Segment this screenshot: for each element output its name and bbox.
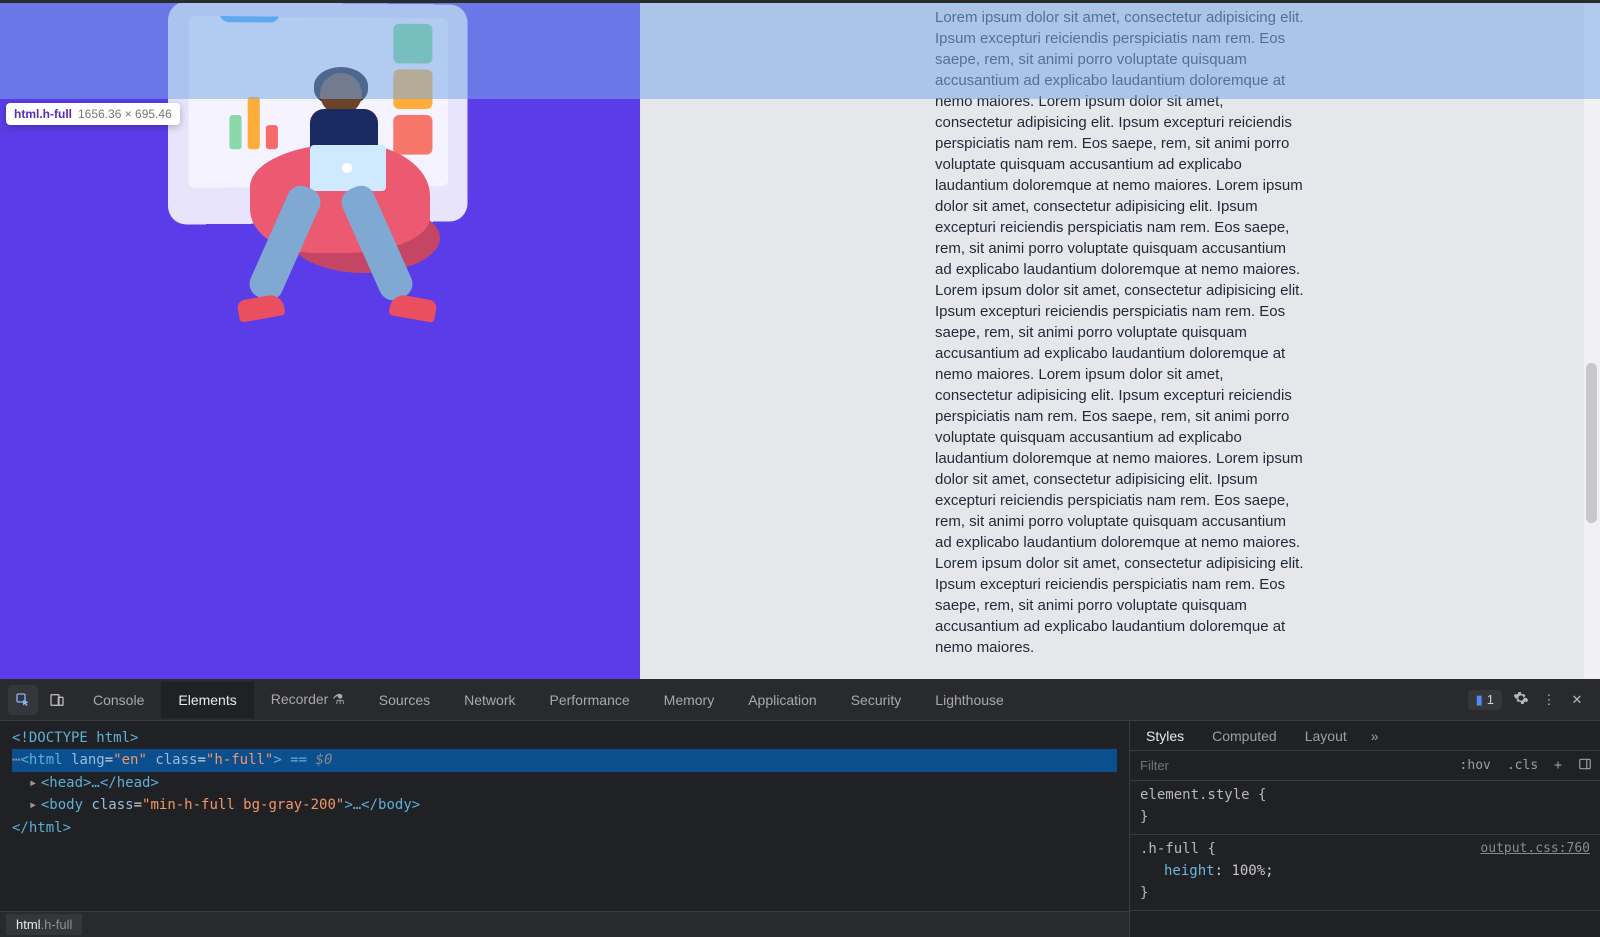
- dom-body-close: >…</body>: [344, 797, 420, 813]
- dom-line-html-close[interactable]: </html>: [12, 820, 71, 836]
- dom-tree-pane: <!DOCTYPE html> ⋯<html lang="en" class="…: [0, 721, 1130, 937]
- tab-console[interactable]: Console: [76, 682, 161, 718]
- tab-elements[interactable]: Elements: [161, 682, 253, 718]
- dom-line-body[interactable]: ▸<body class="min-h-full bg-gray-200">…<…: [29, 797, 420, 813]
- tab-performance[interactable]: Performance: [533, 682, 647, 718]
- dom-html-close: > ==: [273, 752, 315, 768]
- new-rule-icon[interactable]: +: [1546, 758, 1570, 773]
- laptop-icon: [310, 145, 386, 191]
- tab-security[interactable]: Security: [834, 682, 919, 718]
- rule2-origin[interactable]: output.css:760: [1480, 839, 1590, 859]
- rule2-prop: height: [1164, 863, 1215, 879]
- dom-tree[interactable]: <!DOCTYPE html> ⋯<html lang="en" class="…: [0, 721, 1129, 911]
- styles-filter-row: :hov .cls +: [1130, 751, 1600, 781]
- tab-layout[interactable]: Layout: [1291, 723, 1361, 749]
- breadcrumb-el: html: [16, 917, 41, 932]
- scrollbar-thumb[interactable]: [1586, 363, 1597, 523]
- dom-html-open: <html: [20, 752, 71, 768]
- cls-button[interactable]: .cls: [1499, 758, 1546, 773]
- device-toolbar-icon[interactable]: [42, 685, 72, 715]
- dom-body-val: "min-h-full bg-gray-200": [142, 797, 344, 813]
- person-illustration: [240, 73, 440, 333]
- speech-bubble-icon: [219, 16, 280, 23]
- styles-rules[interactable]: element.style { } output.css:760 .h-full…: [1130, 781, 1600, 937]
- breadcrumb-cls: .h-full: [41, 917, 73, 932]
- flask-icon: ⚗: [332, 691, 345, 707]
- close-devtools-icon[interactable]: ✕: [1568, 692, 1586, 708]
- tab-styles[interactable]: Styles: [1132, 723, 1198, 749]
- inspect-tooltip: html.h-full 1656.36 × 695.46: [6, 103, 180, 125]
- tab-network[interactable]: Network: [447, 682, 532, 718]
- styles-tabs-more-icon[interactable]: »: [1361, 728, 1389, 744]
- page-scrollbar[interactable]: [1584, 3, 1600, 679]
- tab-recorder[interactable]: Recorder ⚗: [254, 681, 362, 718]
- styles-tab-bar: Styles Computed Layout »: [1130, 721, 1600, 751]
- page-viewport[interactable]: html.h-full 1656.36 × 695.46: [0, 3, 1600, 679]
- tab-application[interactable]: Application: [731, 682, 834, 718]
- inspect-tooltip-dimensions: 1656.36 × 695.46: [78, 107, 172, 121]
- styles-filter-input[interactable]: [1130, 758, 1452, 773]
- dom-attr-lang: lang: [71, 752, 105, 768]
- hov-button[interactable]: :hov: [1452, 758, 1499, 773]
- issues-badge[interactable]: ▮ 1: [1468, 690, 1502, 710]
- dom-line-head[interactable]: ▸<head>…</head>: [29, 775, 159, 791]
- content-column: Lorem ipsum dolor sit amet, consectetur …: [640, 3, 1600, 679]
- dom-val-class: "h-full": [206, 752, 273, 768]
- lorem-text-block: Lorem ipsum dolor sit amet, consectetur …: [935, 7, 1305, 679]
- dom-body-open: <body: [41, 797, 92, 813]
- dom-line-doctype[interactable]: <!DOCTYPE html>: [12, 730, 138, 746]
- dom-attr-class: class: [155, 752, 197, 768]
- dom-body-attr: class: [91, 797, 133, 813]
- rule2-val: 100%: [1231, 863, 1265, 879]
- dom-val-lang: "en": [113, 752, 147, 768]
- styles-pane: Styles Computed Layout » :hov .cls + ele…: [1130, 721, 1600, 937]
- dom-eq0: $0: [316, 752, 333, 768]
- rule-element-style[interactable]: element.style { }: [1130, 781, 1600, 835]
- tab-sources[interactable]: Sources: [362, 682, 447, 718]
- toggle-sidebar-icon[interactable]: [1570, 757, 1600, 775]
- issues-icon: ▮: [1476, 692, 1483, 708]
- tab-computed[interactable]: Computed: [1198, 723, 1291, 749]
- breadcrumb-html[interactable]: html.h-full: [6, 914, 82, 935]
- tab-recorder-label: Recorder: [271, 691, 329, 707]
- issues-count: 1: [1487, 692, 1494, 707]
- devtools-tab-bar: Console Elements Recorder ⚗ Sources Netw…: [0, 679, 1600, 721]
- tab-memory[interactable]: Memory: [647, 682, 732, 718]
- rule-h-full[interactable]: output.css:760 .h-full { height: 100%; }: [1130, 835, 1600, 911]
- rule1-selector: element.style: [1140, 787, 1250, 803]
- settings-icon[interactable]: [1512, 690, 1530, 709]
- devtools-panel: Console Elements Recorder ⚗ Sources Netw…: [0, 679, 1600, 937]
- hero-illustration: [140, 3, 500, 323]
- tab-lighthouse[interactable]: Lighthouse: [918, 682, 1021, 718]
- rule2-selector: .h-full: [1140, 841, 1199, 857]
- inspect-element-icon[interactable]: [8, 685, 38, 715]
- dom-line-html[interactable]: ⋯<html lang="en" class="h-full"> == $0: [12, 749, 1117, 771]
- more-icon[interactable]: ⋮: [1540, 692, 1558, 708]
- inspect-tooltip-selector: html.h-full: [14, 107, 72, 121]
- dom-breadcrumb: html.h-full: [0, 911, 1129, 937]
